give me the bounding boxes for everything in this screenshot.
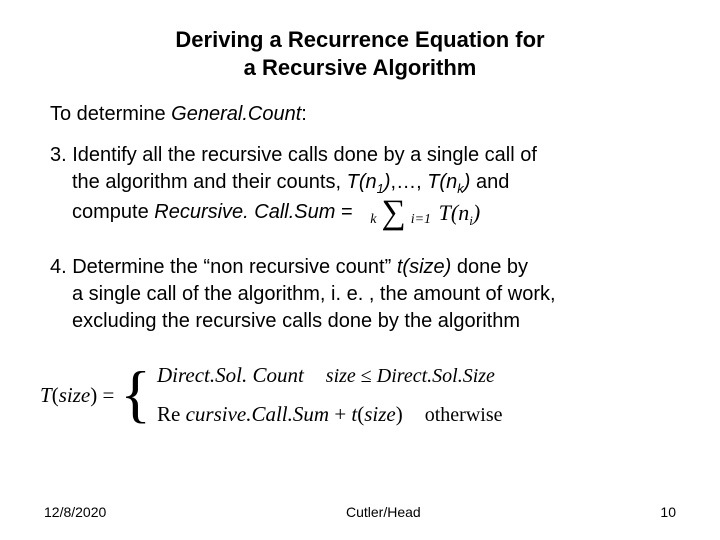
size-sym: size [409,256,445,278]
sumn: n [458,200,469,225]
intro-term: General.Count [171,103,301,125]
slide-footer: 12/8/2020 Cutler/Head 10 [0,504,720,520]
footer-page-number: 10 [660,504,676,520]
t-sym3: t [397,256,403,278]
case-1: Direct.Sol. Count size ≤ Direct.Sol.Size [157,361,503,390]
item-3: 3. Identify all the recursive calls done… [50,142,680,228]
case1-expr: Direct.Sol. Count [157,361,304,389]
eq-cases: Direct.Sol. Count size ≤ Direct.Sol.Size… [157,361,503,429]
c1op: ≤ [356,365,377,387]
case-2: Re cursive.Call.Sum + t(size) otherwise [157,400,503,429]
item4-lead: 4. Determine the “non recursive count” [50,256,397,278]
case2-expr: Re cursive.Call.Sum + t(size) [157,400,403,428]
sum-lower: i=1 [411,212,431,227]
item3-line3a: compute [72,201,154,223]
intro-line: To determine General.Count: [50,103,680,126]
c2size: size [364,402,396,426]
item3-line2b: and [470,171,509,193]
eqsize: size [59,383,91,407]
item4-line3: excluding the recursive calls done by th… [72,310,520,332]
item3-line2a: the algorithm and their counts, [72,171,347,193]
slide: Deriving a Recurrence Equation for a Rec… [0,0,720,540]
c2rest: cursive.Call.Sum [186,402,329,426]
sum-term: T(ni) [439,198,481,228]
piecewise-equation: T(size) = { Direct.Sol. Count size ≤ Dir… [40,361,680,429]
title-line1: Deriving a Recurrence Equation for [175,27,544,52]
body-text: 3. Identify all the recursive calls done… [40,142,680,429]
sigma-icon: ∑ [381,194,405,231]
item4-line2: a single call of the algorithm, i. e. , … [72,283,556,305]
item4-after: done by [451,256,528,278]
slide-title: Deriving a Recurrence Equation for a Rec… [40,26,680,81]
t-sym: T [347,171,359,193]
rpar: ) [384,171,391,193]
item3-line3: compute Recursive. Call.Sum = k ∑ i=1 T(… [72,201,480,223]
item3-line2: the algorithm and their counts, T(n1),…,… [72,171,509,193]
item3-lead: 3. Identify all the recursive calls done… [50,144,537,166]
c1l: size [326,365,356,387]
t-sym2: T [427,171,439,193]
item4-line1: 4. Determine the “non recursive count” t… [50,256,528,278]
n-sym: n [366,171,377,193]
item3-rcs: Recursive. Call.Sum [154,201,335,223]
item3-Tn1: T(n1) [347,171,391,193]
footer-date: 12/8/2020 [44,504,106,520]
intro-suffix: : [301,103,307,125]
sum-upper: k [370,212,376,227]
item3-sep: ,…, [391,171,428,193]
c2re: Re [157,402,186,426]
left-brace-icon: { [120,368,151,419]
intro-prefix: To determine [50,103,171,125]
case2-cond: otherwise [425,402,503,429]
eq-lhs: T(size) = [40,381,114,409]
n-sym2: n [446,171,457,193]
item3-Tnk: T(nk) [427,171,470,193]
item-4: 4. Determine the “non recursive count” t… [50,254,680,335]
sumi: i [469,213,473,228]
sumT: T [439,200,451,225]
c2plus: + [329,402,351,426]
item3-eq: = [335,201,358,223]
footer-author: Cutler/Head [346,504,421,520]
summation-symbol: k ∑ i=1 [370,198,431,229]
item4-tsize: t(size) [397,256,451,278]
c1r: Direct.Sol.Size [377,365,495,387]
eqeq: = [97,383,114,407]
case1-cond: size ≤ Direct.Sol.Size [326,363,495,390]
title-line2: a Recursive Algorithm [244,55,477,80]
eqT: T [40,383,52,407]
lpar: ( [359,171,366,193]
